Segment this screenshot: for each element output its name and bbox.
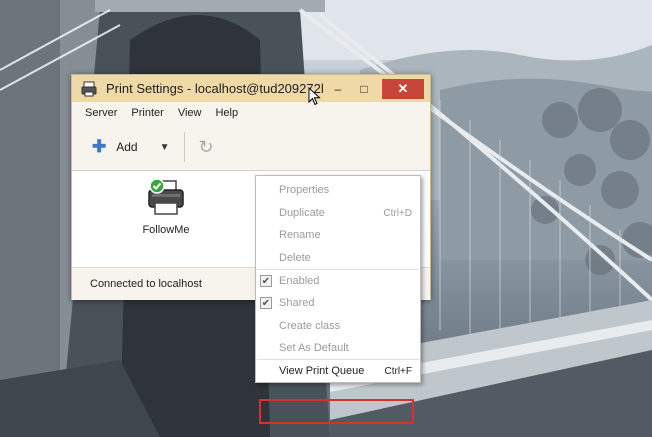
ctx-view-print-queue[interactable]: View Print Queue Ctrl+F [256,360,420,382]
status-text: Connected to localhost [90,278,202,290]
menu-server[interactable]: Server [72,107,124,119]
checkbox-checked-icon: ✔ [260,297,272,309]
close-button[interactable]: ✕ [382,78,424,99]
checkbox-checked-icon: ✔ [260,275,272,287]
ctx-delete-label: Delete [279,252,311,264]
ctx-rename[interactable]: Rename [256,224,420,246]
ctx-rename-label: Rename [279,229,321,241]
plus-icon: ✚ [92,137,107,156]
menu-help[interactable]: Help [208,107,245,119]
ctx-set-default[interactable]: Set As Default [256,337,420,359]
mouse-cursor-icon [308,87,321,106]
minimize-button[interactable]: – [326,80,350,98]
ctx-properties-label: Properties [279,184,330,196]
toolbar: ✚ Add ▼ ↻ [72,124,430,171]
ctx-create-class[interactable]: Create class [256,315,420,337]
ctx-duplicate-shortcut: Ctrl+D [383,207,412,219]
add-button[interactable]: ✚ Add [92,137,138,157]
annotation-highlight-box [259,399,414,424]
window-titlebar[interactable]: Print Settings - localhost@tud209272l – … [72,75,430,102]
menubar: Server Printer View Help [72,102,430,125]
maximize-button[interactable]: □ [352,80,376,98]
printer-default-icon [148,178,184,215]
ctx-properties[interactable]: Properties [256,179,420,201]
ctx-enabled-label: Enabled [279,275,320,287]
ctx-delete[interactable]: Delete [256,247,420,269]
window-title: Print Settings - localhost@tud209272l [106,81,324,96]
ctx-view-print-queue-label: View Print Queue [279,365,365,377]
menu-view[interactable]: View [171,107,209,119]
printer-name: FollowMe [142,224,190,236]
menu-printer[interactable]: Printer [124,107,170,119]
ctx-shared-label: Shared [279,297,315,309]
toolbar-separator [183,132,185,162]
printer-context-menu: Properties Duplicate Ctrl+D Rename Delet… [255,175,421,383]
ctx-duplicate[interactable]: Duplicate Ctrl+D [256,202,420,224]
add-button-label: Add [116,140,138,154]
add-dropdown-triangle-down-icon[interactable]: ▼ [160,142,170,153]
ctx-duplicate-label: Duplicate [279,207,325,219]
ctx-create-class-label: Create class [279,320,341,332]
ctx-set-default-label: Set As Default [279,342,349,354]
ctx-enabled[interactable]: ✔ Enabled [256,270,420,292]
printer-item-followme[interactable]: FollowMe [136,177,196,236]
ctx-view-print-queue-shortcut: Ctrl+F [384,365,413,377]
ctx-shared[interactable]: ✔ Shared [256,292,420,314]
printer-app-icon [81,81,97,96]
refresh-icon[interactable]: ↻ [199,137,214,158]
